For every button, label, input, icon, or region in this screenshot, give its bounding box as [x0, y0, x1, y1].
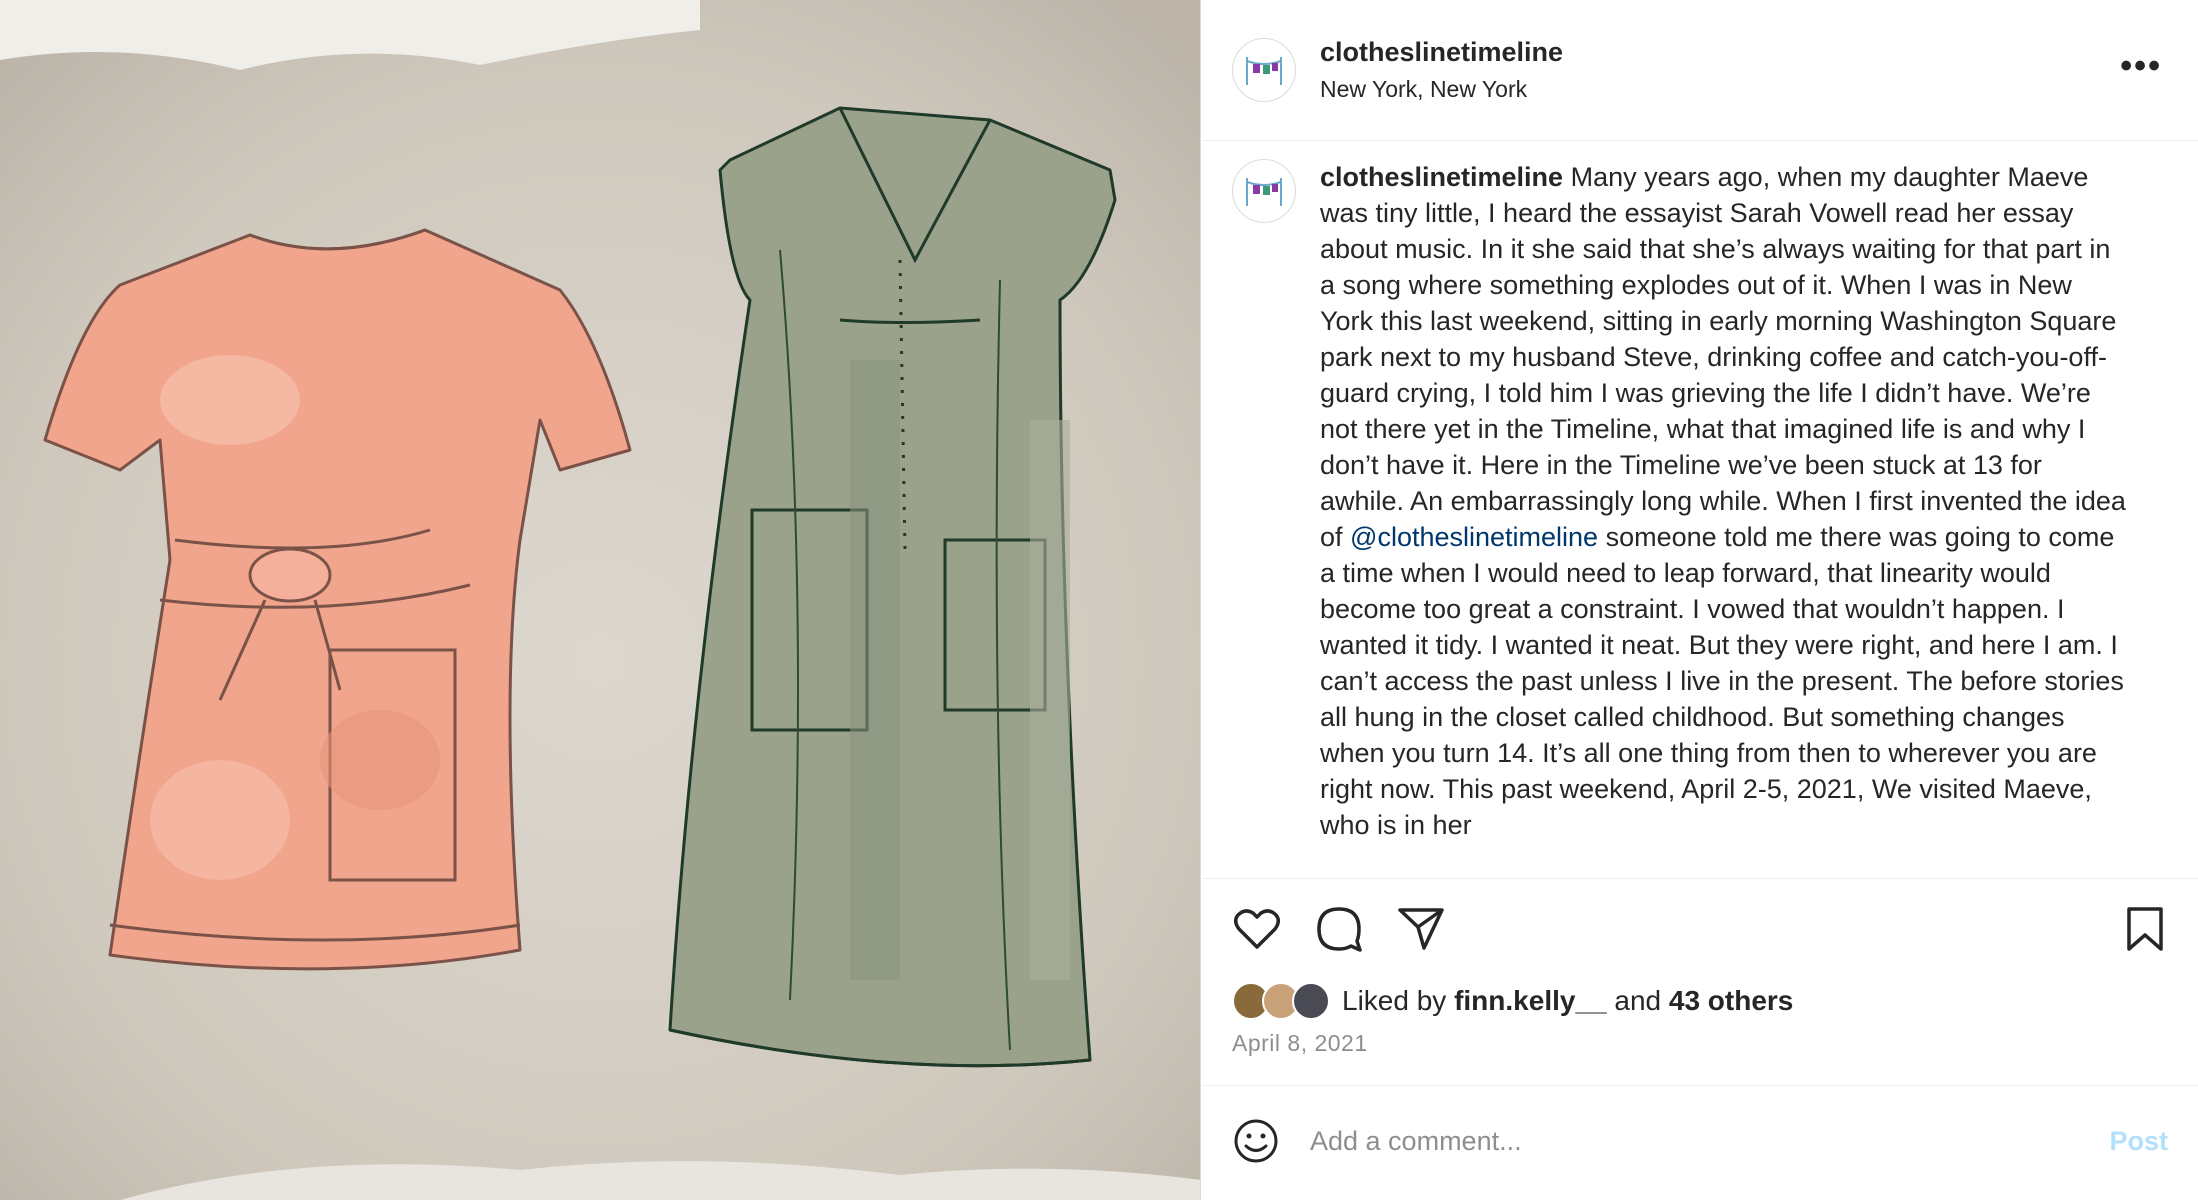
send-icon [1398, 908, 1444, 950]
likes-text: Liked by finn.kelly__ and 43 others [1342, 985, 1793, 1017]
header-username[interactable]: clotheslinetimeline [1320, 37, 1563, 68]
post-image[interactable] [0, 0, 1201, 1200]
post-header: clotheslinetimeline New York, New York •… [1202, 0, 2198, 141]
more-horizontal-icon[interactable]: ••• [2120, 49, 2162, 83]
comment-icon [1317, 907, 1362, 952]
smiley-icon [1234, 1119, 1278, 1163]
green-dress-drawing [668, 106, 1117, 1068]
bookmark-icon [2127, 907, 2163, 951]
comment-button[interactable] [1314, 904, 1364, 954]
like-button[interactable] [1232, 904, 1282, 954]
share-button[interactable] [1396, 904, 1446, 954]
clothesline-logo-icon [1246, 57, 1282, 85]
caption-text: Many years ago, when my daughter Maeve w… [1320, 162, 2126, 552]
header-location[interactable]: New York, New York [1320, 76, 1563, 103]
save-button[interactable] [2120, 904, 2170, 954]
caption-username[interactable]: clotheslinetimeline [1320, 162, 1563, 192]
post-caption: clotheslinetimeline Many years ago, when… [1320, 159, 2130, 878]
liker-username-link[interactable]: finn.kelly__ [1454, 985, 1607, 1016]
post-sidebar: clotheslinetimeline New York, New York •… [1202, 0, 2198, 1200]
liker-avatar [1292, 982, 1330, 1020]
action-bar [1202, 879, 2198, 979]
heart-icon [1234, 909, 1280, 949]
likes-others-link[interactable]: 43 others [1669, 985, 1794, 1016]
likes-middle: and [1614, 985, 1662, 1016]
caption-mention-link[interactable]: @clotheslinetimeline [1350, 522, 1598, 552]
post-date[interactable]: April 8, 2021 [1202, 1023, 2198, 1067]
clothesline-logo-icon [1246, 178, 1282, 206]
comment-input[interactable] [1310, 1125, 2094, 1157]
caption-text-continued: someone told me there was going to come … [1320, 522, 2124, 840]
emoji-button[interactable] [1232, 1117, 1280, 1165]
post-comment-button[interactable]: Post [2109, 1126, 2168, 1157]
liker-avatars[interactable] [1232, 982, 1330, 1020]
caption-avatar[interactable] [1232, 159, 1296, 223]
dresses-illustration [0, 0, 1200, 1200]
caption-area: clotheslinetimeline Many years ago, when… [1202, 141, 2198, 879]
likes-prefix: Liked by [1342, 985, 1447, 1016]
comment-bar: Post [1202, 1085, 2198, 1196]
likes-summary: Liked by finn.kelly__ and 43 others [1202, 979, 2198, 1023]
profile-avatar[interactable] [1232, 38, 1296, 102]
